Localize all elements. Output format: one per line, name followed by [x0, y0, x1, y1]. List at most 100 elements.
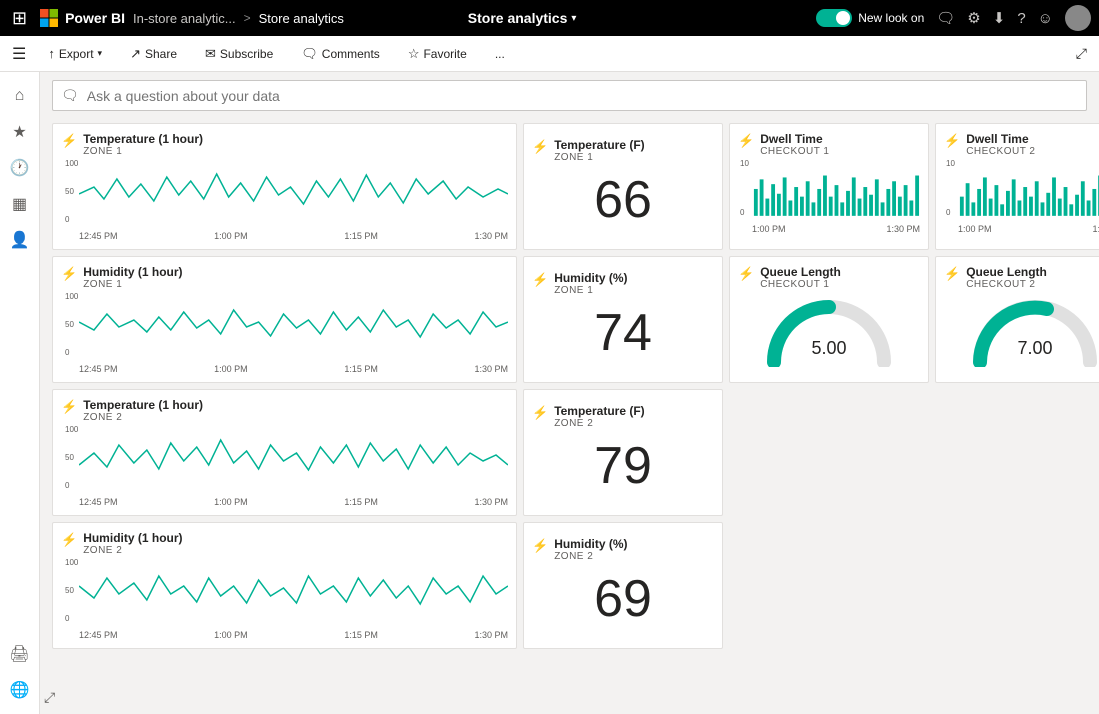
num-card-inner: ⚡ Temperature (F) ZONE 2 79: [532, 404, 714, 501]
card-titles: Humidity (%) ZONE 1: [554, 271, 627, 296]
avatar[interactable]: [1065, 5, 1091, 31]
card-titles: Humidity (1 hour) ZONE 2: [83, 531, 182, 556]
y-max-label: 100: [65, 292, 78, 301]
breadcrumb-instore[interactable]: In-store analytic...: [133, 11, 236, 26]
subscribe-icon: ✉: [205, 46, 216, 62]
settings-icon[interactable]: ⚙: [967, 9, 980, 27]
y-min-label: 0: [65, 348, 78, 357]
user-icon[interactable]: ☺: [1038, 10, 1053, 27]
card-titles: Queue Length CHECKOUT 1: [760, 265, 841, 290]
card-subtitle: ZONE 1: [83, 146, 203, 157]
sidebar-item-learn[interactable]: 🌐: [4, 674, 36, 706]
notifications-icon[interactable]: 🗨: [936, 9, 955, 27]
temp-zone1-num-card: ⚡ Temperature (F) ZONE 1 66: [523, 123, 723, 250]
card-titles: Temperature (1 hour) ZONE 1: [83, 132, 203, 157]
y-min-label: 0: [65, 215, 78, 224]
lightning-icon: ⚡: [532, 272, 548, 288]
new-look-toggle[interactable]: New look on: [816, 9, 924, 27]
comments-button[interactable]: 🗨 Comments: [295, 42, 386, 66]
x-label-1: 1:00 PM: [958, 224, 992, 234]
menu-icon[interactable]: ☰: [12, 44, 26, 64]
favorite-label: Favorite: [423, 47, 466, 61]
gauge-container: 5.00 0.00 10.00: [738, 292, 920, 367]
y-mid-label: 50: [65, 320, 78, 329]
card-subtitle: ZONE 1: [554, 152, 644, 163]
sidebar-item-apps[interactable]: ▦: [4, 188, 36, 220]
qa-input[interactable]: [87, 88, 387, 104]
card-subtitle: CHECKOUT 1: [760, 146, 829, 157]
card-title: Temperature (F): [554, 404, 644, 418]
x-label-2: 1:00 PM: [214, 630, 248, 640]
sidebar-item-workspaces[interactable]: 🖨: [4, 638, 36, 670]
apps-grid-icon[interactable]: ⊞: [8, 4, 31, 33]
card-header: ⚡ Temperature (1 hour) ZONE 2: [61, 398, 508, 423]
sidebar-item-shared[interactable]: 👤: [4, 224, 36, 256]
card-header: ⚡ Humidity (1 hour) ZONE 2: [61, 531, 508, 556]
x-label-3: 1:15 PM: [344, 231, 378, 241]
num-card-inner: ⚡ Humidity (%) ZONE 1 74: [532, 271, 714, 368]
x-label-1: 12:45 PM: [79, 364, 118, 374]
card-header: ⚡ Temperature (1 hour) ZONE 1: [61, 132, 508, 157]
more-label: ...: [495, 47, 505, 61]
comments-label: Comments: [322, 47, 380, 61]
chart-x-labels: 12:45 PM 1:00 PM 1:15 PM 1:30 PM: [79, 231, 508, 241]
export-button[interactable]: ↑ Export ▾: [42, 42, 108, 65]
x-label-4: 1:30 PM: [474, 364, 508, 374]
help-icon[interactable]: ?: [1017, 10, 1025, 27]
card-titles: Temperature (1 hour) ZONE 2: [83, 398, 203, 423]
card-header: ⚡ Dwell Time CHECKOUT 1: [738, 132, 920, 157]
card-subtitle: ZONE 1: [83, 279, 182, 290]
share-button[interactable]: ↗ Share: [124, 42, 183, 66]
sidebar-item-home[interactable]: ⌂: [4, 80, 36, 112]
more-button[interactable]: ...: [489, 43, 511, 65]
card-header: ⚡ Dwell Time CHECKOUT 2: [944, 132, 1099, 157]
report-title[interactable]: Store analytics ▾: [468, 10, 577, 26]
sidebar-item-recent[interactable]: 🕐: [4, 152, 36, 184]
empty-cell-r3c3: [729, 389, 929, 516]
x-label-1: 1:00 PM: [752, 224, 786, 234]
x-label-2: 1:30 PM: [886, 224, 920, 234]
download-icon[interactable]: ⬇: [993, 9, 1006, 27]
lightning-icon: ⚡: [61, 532, 77, 548]
card-title: Humidity (1 hour): [83, 531, 182, 545]
temp-zone2-num-card: ⚡ Temperature (F) ZONE 2 79: [523, 389, 723, 516]
x-label-2: 1:00 PM: [214, 497, 248, 507]
qa-bar[interactable]: 🗨: [52, 80, 1087, 111]
x-label-3: 1:15 PM: [344, 364, 378, 374]
qa-icon: 🗨: [61, 87, 79, 104]
subscribe-button[interactable]: ✉ Subscribe: [199, 42, 279, 66]
lightning-icon: ⚡: [944, 266, 960, 282]
toggle-switch[interactable]: [816, 9, 852, 27]
queue-checkout2-gauge: 7.00 0.00 14.00: [965, 292, 1099, 367]
lightning-icon: ⚡: [61, 399, 77, 415]
temp-zone2-line-chart: [79, 425, 508, 490]
favorite-button[interactable]: ☆ Favorite: [402, 42, 473, 66]
line-chart-container: 100 50 0 12:45 PM 1:00 PM 1:15 PM 1:30 P…: [61, 558, 508, 640]
dwell-checkout2-card: ⚡ Dwell Time CHECKOUT 2 10 0: [935, 123, 1099, 250]
empty-cell-r3c4: [935, 389, 1099, 516]
lightning-icon: ⚡: [738, 266, 754, 282]
lightning-icon: ⚡: [944, 133, 960, 149]
card-subtitle: ZONE 2: [83, 412, 203, 423]
card-titles: Queue Length CHECKOUT 2: [966, 265, 1047, 290]
x-label-4: 1:30 PM: [474, 497, 508, 507]
line-chart-container: 100 50 0 12:45 PM 1:00 PM 1:15 PM 1:30 P…: [61, 292, 508, 374]
big-number-value: 79: [594, 440, 652, 492]
sidebar-item-favorites[interactable]: ★: [4, 116, 36, 148]
card-subtitle: CHECKOUT 1: [760, 279, 841, 290]
main-dashboard: 🗨 ⚡ Temperature (1 hour) ZONE 1 100: [40, 72, 1099, 714]
queue-checkout2-card: ⚡ Queue Length CHECKOUT 2 7.00 0.00 14.0…: [935, 256, 1099, 383]
breadcrumb-store-analytics[interactable]: Store analytics: [259, 11, 344, 26]
humidity-zone1-line-chart: [79, 292, 508, 357]
num-card-inner: ⚡ Temperature (F) ZONE 1 66: [532, 138, 714, 235]
card-header: ⚡ Queue Length CHECKOUT 1: [738, 265, 920, 290]
big-number-value: 69: [594, 573, 652, 625]
expand-icon[interactable]: ⤢: [1076, 45, 1087, 62]
line-chart-container: 100 50 0 12:45 PM 1:00 PM 1:15 PM 1:30 P…: [61, 425, 508, 507]
favorite-icon: ☆: [408, 46, 420, 62]
card-subtitle: CHECKOUT 2: [966, 146, 1035, 157]
chart-x-labels: 12:45 PM 1:00 PM 1:15 PM 1:30 PM: [79, 497, 508, 507]
card-title: Dwell Time: [760, 132, 829, 146]
bottom-arrow-icon[interactable]: ⤢: [44, 689, 55, 706]
brand-name-label: Power BI: [65, 10, 125, 26]
